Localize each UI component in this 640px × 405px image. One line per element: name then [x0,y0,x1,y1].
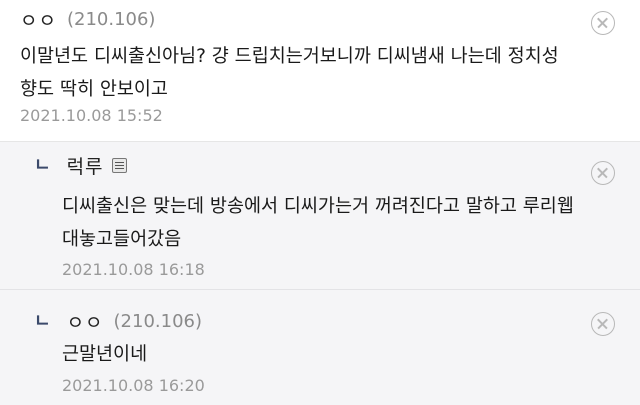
reply-arrow-icon: ㄴ [34,310,51,332]
comment-header: ㄴ 럭루 [34,152,127,179]
comment-date: 2021.10.08 15:52 [20,106,163,125]
close-circle-icon[interactable] [591,161,615,185]
reply-item: ㄴ 럭루 디씨출신은 맞는데 방송에서 디씨가는거 꺼려진다고 말하고 루리웹 … [0,142,640,290]
fixed-nickname-icon [111,158,127,173]
comment-text: 디씨출신은 맞는데 방송에서 디씨가는거 꺼려진다고 말하고 루리웹 대놓고들어… [62,190,622,256]
comment-header: ㄴ ㅇㅇ (210.106) [34,308,202,335]
comment-ip: (210.106) [66,9,156,30]
comment-text: 근말년이네 [62,338,582,371]
comment-text-line: 근말년이네 [62,344,148,365]
reply-item: ㄴ ㅇㅇ (210.106) 근말년이네 2021.10.08 16:20 [0,290,640,405]
close-circle-icon[interactable] [591,11,615,35]
comment-nickname[interactable]: ㅇㅇ [20,6,57,33]
comment-nickname[interactable]: 럭루 [67,152,104,179]
comment-item: ㅇㅇ (210.106) 이말년도 디씨출신아님? 걍 드립치는거보니까 디씨냄… [0,0,640,142]
comment-text-line: 이말년도 디씨출신아님? 걍 드립치는거보니까 디씨냄새 나는데 정치성 [20,46,559,67]
reply-arrow-icon: ㄴ [34,154,51,176]
comment-nickname[interactable]: ㅇㅇ [67,308,104,335]
comment-date: 2021.10.08 16:20 [62,376,205,395]
close-circle-icon[interactable] [591,312,615,336]
comment-text-line: 대놓고들어갔음 [62,229,182,250]
comment-date: 2021.10.08 16:18 [62,260,205,279]
comment-text-line: 향도 딱히 안보이고 [20,79,168,100]
comment-ip: (210.106) [113,311,203,332]
comment-text: 이말년도 디씨출신아님? 걍 드립치는거보니까 디씨냄새 나는데 정치성 향도 … [20,40,610,106]
comment-text-line: 디씨출신은 맞는데 방송에서 디씨가는거 꺼려진다고 말하고 루리웹 [62,196,574,217]
comment-header: ㅇㅇ (210.106) [20,6,155,33]
comment-thread: ㅇㅇ (210.106) 이말년도 디씨출신아님? 걍 드립치는거보니까 디씨냄… [0,0,640,405]
